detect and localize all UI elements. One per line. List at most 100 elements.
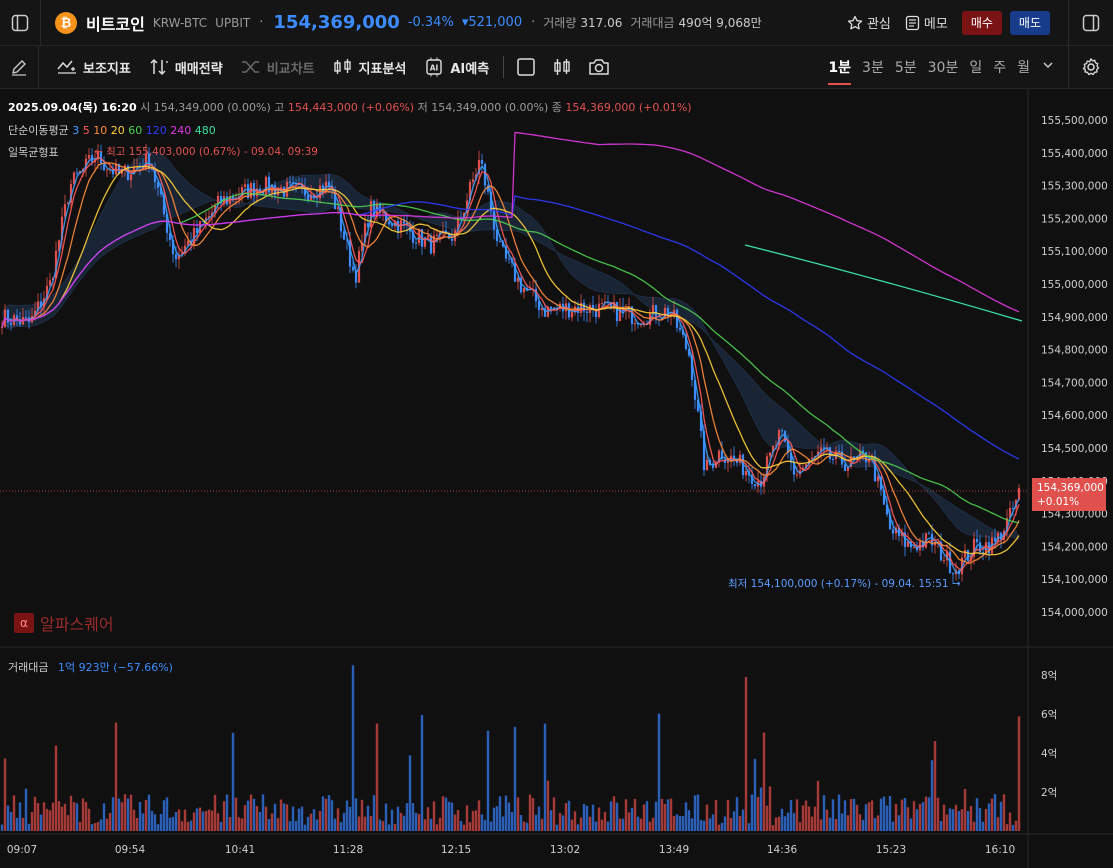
candle-body bbox=[327, 181, 331, 187]
low-label: 저 bbox=[417, 101, 428, 114]
timeframe-3m[interactable]: 3분 bbox=[862, 57, 884, 77]
volume-bar bbox=[339, 822, 343, 831]
timeframe-1m[interactable]: 1분 bbox=[828, 57, 852, 85]
timeframe-week[interactable]: 주 bbox=[993, 57, 1006, 77]
compare-button[interactable]: 비교차트 bbox=[241, 58, 315, 77]
volume-bar bbox=[225, 794, 229, 831]
volume-bar bbox=[462, 824, 466, 831]
volume-bar bbox=[312, 809, 316, 831]
ai-predict-button[interactable]: AI AI예측 bbox=[424, 57, 489, 77]
price-tick-label: 155,100,000 bbox=[1041, 246, 1108, 258]
chart-area[interactable]: 155,500,000 155,400,000 155,300,000 155,200… bbox=[0, 89, 1113, 868]
candle-body bbox=[342, 231, 346, 240]
sell-button[interactable]: 매도 bbox=[1009, 10, 1050, 35]
gear-icon[interactable] bbox=[1069, 46, 1113, 89]
volume-bar bbox=[846, 815, 850, 831]
volume-bar bbox=[297, 808, 301, 831]
analysis-button[interactable]: 지표분석 bbox=[333, 58, 406, 77]
indicators-button[interactable]: 보조지표 bbox=[57, 58, 131, 77]
volume-bar bbox=[87, 808, 91, 831]
volume-bar bbox=[129, 794, 133, 831]
camera-icon[interactable] bbox=[588, 57, 610, 77]
price-tick-label: 154,100,000 bbox=[1041, 574, 1108, 586]
price-tick-label: 154,500,000 bbox=[1041, 443, 1108, 455]
timeframe-30m[interactable]: 30분 bbox=[928, 57, 959, 77]
price-tick-label: 154,800,000 bbox=[1041, 345, 1108, 357]
volume-bar bbox=[183, 809, 187, 831]
volume-bar bbox=[1014, 820, 1018, 831]
volume-bar bbox=[720, 822, 724, 831]
layout-square-icon[interactable] bbox=[516, 57, 536, 77]
buy-button[interactable]: 매수 bbox=[961, 10, 1002, 35]
candle-body bbox=[618, 307, 622, 322]
volume-bar bbox=[159, 814, 163, 831]
memo-icon bbox=[905, 15, 920, 30]
volume-bar bbox=[354, 798, 358, 831]
volume-bar bbox=[804, 800, 808, 831]
volume-bar bbox=[252, 798, 256, 831]
volume-bar bbox=[12, 795, 16, 831]
volume-bar bbox=[912, 801, 916, 831]
candle-body bbox=[0, 327, 4, 329]
volume-bar bbox=[603, 811, 607, 831]
volume-bar bbox=[30, 811, 34, 831]
candle-body bbox=[705, 459, 709, 471]
legend-date: 2025.09.04(목) 16:20 bbox=[8, 101, 137, 114]
volume-bar bbox=[42, 802, 46, 831]
watch-button[interactable]: 관심 bbox=[847, 13, 891, 32]
volume-tick-label: 6억 bbox=[1041, 709, 1057, 721]
volume-bar bbox=[114, 722, 118, 831]
volume-bar bbox=[744, 676, 748, 831]
strategy-button[interactable]: 매매전략 bbox=[149, 58, 223, 77]
volume-bar bbox=[351, 665, 355, 831]
candle-type-icon[interactable] bbox=[552, 57, 572, 77]
volume-tick-label: 2억 bbox=[1041, 787, 1057, 799]
volume-bar bbox=[162, 800, 166, 831]
volume-bar bbox=[363, 816, 367, 831]
volume-bar bbox=[678, 816, 682, 831]
timeframe-month[interactable]: 월 bbox=[1017, 57, 1030, 77]
volume-bar bbox=[747, 823, 751, 831]
volume-bar bbox=[732, 811, 736, 831]
chevron-down-icon[interactable] bbox=[1042, 59, 1054, 75]
volume-bar bbox=[423, 819, 427, 831]
ichimoku-legend[interactable]: 일목균형표 bbox=[8, 144, 59, 160]
volume-bar bbox=[102, 803, 106, 831]
volume-bar bbox=[228, 817, 232, 831]
open-label: 시 bbox=[140, 101, 151, 114]
timeframe-day[interactable]: 일 bbox=[969, 57, 982, 77]
svg-text:AI: AI bbox=[430, 64, 439, 73]
pencil-icon[interactable] bbox=[0, 46, 38, 89]
volume-bar bbox=[15, 817, 19, 831]
volume-bar bbox=[555, 824, 559, 831]
candle-body bbox=[75, 172, 79, 174]
volume-bar bbox=[657, 713, 661, 831]
volume-bar bbox=[501, 816, 505, 831]
candle-body bbox=[174, 254, 178, 260]
candle-body bbox=[480, 159, 484, 164]
price-chart[interactable]: 155,500,000 155,400,000 155,300,000 155,200… bbox=[0, 89, 1113, 868]
volume-bar bbox=[696, 794, 700, 831]
volume-bar bbox=[222, 801, 226, 831]
sidebar-toggle-icon[interactable] bbox=[0, 0, 40, 46]
price-tick-label: 155,200,000 bbox=[1041, 213, 1108, 225]
memo-button[interactable]: 메모 bbox=[905, 13, 948, 32]
moving-average-line-120 bbox=[1, 195, 1020, 460]
volume-bar bbox=[729, 818, 733, 831]
volume-bar bbox=[849, 798, 853, 831]
volume-bar bbox=[684, 802, 688, 831]
volume-bar bbox=[492, 807, 496, 831]
panel-toggle-icon[interactable] bbox=[1069, 0, 1113, 46]
ma-legend[interactable]: 단순이동평균 3 5 10 20 60 120 240 480 bbox=[8, 122, 216, 138]
coin-name[interactable]: 비트코인 bbox=[86, 11, 145, 35]
volume-bar bbox=[516, 797, 520, 831]
timeframe-5m[interactable]: 5분 bbox=[895, 57, 917, 77]
volume-bar bbox=[1002, 794, 1006, 831]
divider bbox=[40, 0, 41, 46]
volume-bar bbox=[48, 810, 52, 831]
volume-bar bbox=[51, 802, 55, 831]
volume-bar bbox=[756, 796, 760, 831]
volume-bar bbox=[573, 811, 577, 831]
volume-bar bbox=[150, 810, 154, 831]
volume-bar bbox=[612, 796, 616, 831]
